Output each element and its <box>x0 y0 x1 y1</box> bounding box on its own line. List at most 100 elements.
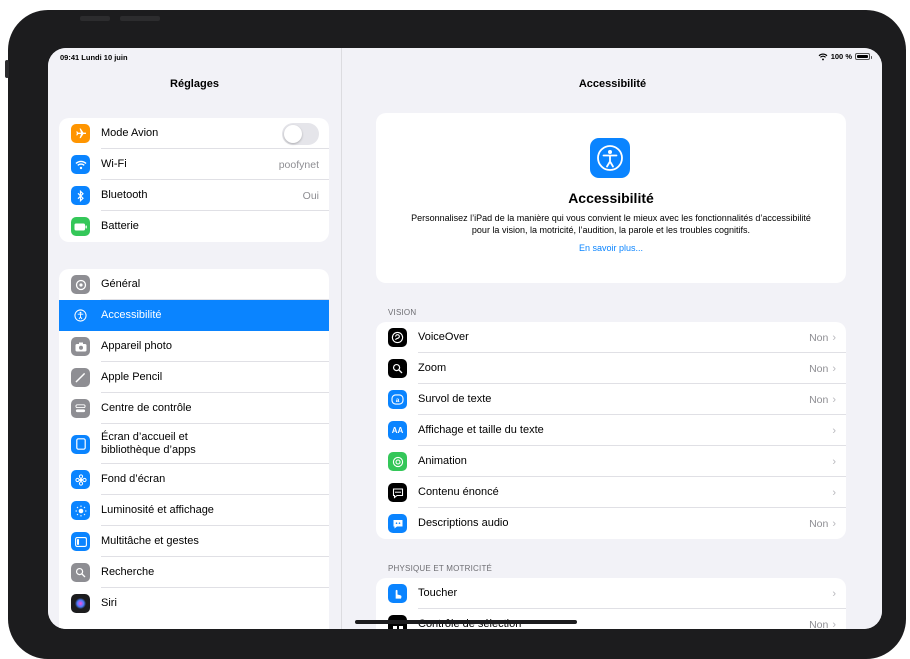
text-size-icon: AA <box>388 421 407 440</box>
vision-item-spoken-content[interactable]: Contenu énoncé › <box>376 477 846 508</box>
sidebar-item-camera[interactable]: Appareil photo <box>59 331 329 362</box>
wifi-status-icon <box>818 53 828 60</box>
chevron-right-icon: › <box>832 618 836 630</box>
sidebar-item-multitasking[interactable]: Multitâche et gestes <box>59 526 329 557</box>
sidebar-title: Réglages <box>170 78 219 90</box>
vision-item-label: Descriptions audio <box>418 517 509 529</box>
sidebar-item-label: Siri <box>101 597 117 609</box>
sidebar-item-bluetooth[interactable]: Bluetooth Oui <box>59 180 329 211</box>
toggle-knob <box>284 124 302 143</box>
detail-title: Accessibilité <box>578 78 647 90</box>
accessibility-icon <box>71 306 90 325</box>
airplane-icon <box>71 124 90 143</box>
sidebar-item-label: Recherche <box>101 566 155 578</box>
vision-item-label: VoiceOver <box>418 331 469 343</box>
sidebar-item-label: Général <box>101 278 141 290</box>
sidebar-item-brightness[interactable]: Luminosité et affichage <box>59 495 329 526</box>
sidebar-item-siri[interactable]: Siri <box>59 588 329 619</box>
audio-descriptions-icon <box>388 514 407 533</box>
vision-section-header: VISION <box>388 308 417 317</box>
physical-item-switch-control[interactable]: Contrôle de sélection Non › <box>376 609 846 629</box>
wallpaper-icon <box>71 470 90 489</box>
status-indicators: 100 % <box>818 52 872 61</box>
sidebar-item-home-screen[interactable]: Écran d’accueil et bibliothèque d’apps <box>59 424 329 464</box>
physical-section-header: PHYSIQUE ET MOTRICITÉ <box>388 564 493 573</box>
hover-text-icon: a <box>388 390 407 409</box>
sidebar-item-accessibility[interactable]: Accessibilité <box>59 300 329 331</box>
sidebar-item-apple-pencil[interactable]: Apple Pencil <box>59 362 329 393</box>
vision-item-value: Non <box>809 517 829 530</box>
physical-item-value: Non <box>809 618 829 630</box>
sidebar-item-label: Luminosité et affichage <box>101 504 214 516</box>
vision-item-text-size[interactable]: AA Affichage et taille du texte › <box>376 415 846 446</box>
bluetooth-value: Oui <box>302 189 319 202</box>
airplane-mode-toggle[interactable] <box>282 122 319 145</box>
search-icon <box>71 563 90 582</box>
side-button <box>5 60 9 78</box>
sidebar-item-label: Mode Avion <box>101 127 159 139</box>
sidebar-item-label: Centre de contrôle <box>101 402 192 414</box>
sidebar-group-connectivity: Mode Avion Wi-Fi poofynet Bluetooth Oui <box>59 118 329 242</box>
learn-more-link[interactable]: En savoir plus... <box>376 243 846 253</box>
vision-item-value: Non <box>809 393 829 406</box>
multitask-icon <box>71 532 90 551</box>
vision-item-hover-text[interactable]: a Survol de texte Non › <box>376 384 846 415</box>
chevron-right-icon: › <box>832 331 836 344</box>
battery-status-icon <box>855 53 872 60</box>
wifi-icon <box>71 155 90 174</box>
sidebar-item-label: Apple Pencil <box>101 371 163 383</box>
vision-item-audio-descriptions[interactable]: Descriptions audio Non › <box>376 508 846 539</box>
home-indicator[interactable] <box>355 620 577 624</box>
motion-icon <box>388 452 407 471</box>
battery-percentage: 100 % <box>830 52 852 61</box>
battery-level <box>857 55 868 58</box>
vision-item-label: Survol de texte <box>418 393 492 405</box>
vision-group: VoiceOver Non › Zoom Non › a Survol de t… <box>376 322 846 539</box>
vision-item-label: Zoom <box>418 362 447 374</box>
accessibility-detail: 100 % Accessibilité Accessibilité Person… <box>343 48 882 629</box>
sidebar-item-label: Multitâche et gestes <box>101 535 199 547</box>
home-screen-icon <box>71 434 90 454</box>
bluetooth-icon <box>71 186 90 205</box>
sidebar-item-control-center[interactable]: Centre de contrôle <box>59 393 329 424</box>
vision-item-label: Animation <box>418 455 467 467</box>
chevron-right-icon: › <box>832 486 836 499</box>
sidebar-group-general: Général Accessibilité Appareil photo App… <box>59 269 329 629</box>
sidebar-item-general[interactable]: Général <box>59 269 329 300</box>
battery-icon <box>71 217 90 236</box>
control-center-icon <box>71 399 90 418</box>
vision-item-motion[interactable]: Animation › <box>376 446 846 477</box>
sidebar-item-wallpaper[interactable]: Fond d’écran <box>59 464 329 495</box>
sidebar-item-wifi[interactable]: Wi-Fi poofynet <box>59 149 329 180</box>
physical-item-label: Toucher <box>418 587 458 599</box>
sidebar-item-label: Appareil photo <box>101 340 172 352</box>
sidebar-item-search[interactable]: Recherche <box>59 557 329 588</box>
brightness-icon <box>71 501 90 520</box>
status-date: Lundi 10 juin <box>81 53 128 62</box>
status-time: 09:41 Lundi 10 juin <box>60 53 128 62</box>
chevron-right-icon: › <box>832 517 836 530</box>
wifi-network-value: poofynet <box>278 158 319 171</box>
chevron-right-icon: › <box>832 362 836 375</box>
physical-item-touch[interactable]: Toucher › <box>376 578 846 609</box>
camera-icon <box>71 337 90 356</box>
touch-icon <box>388 584 407 603</box>
vision-item-value: Non <box>809 331 829 344</box>
vision-item-label: Affichage et taille du texte <box>418 424 544 436</box>
vision-item-zoom[interactable]: Zoom Non › <box>376 353 846 384</box>
sidebar-item-label: Bluetooth <box>101 189 148 201</box>
sidebar-item-label: Accessibilité <box>101 309 162 321</box>
gear-icon <box>71 275 90 294</box>
svg-text:a: a <box>396 397 400 404</box>
sidebar-item-battery[interactable]: Batterie <box>59 211 329 242</box>
chevron-right-icon: › <box>832 393 836 406</box>
volume-button <box>80 16 110 21</box>
chevron-right-icon: › <box>832 587 836 600</box>
vision-item-voiceover[interactable]: VoiceOver Non › <box>376 322 846 353</box>
sidebar-item-label: Wi-Fi <box>101 158 127 170</box>
sidebar-item-label: Écran d’accueil et bibliothèque d’apps <box>101 431 196 456</box>
screen: 09:41 Lundi 10 juin Réglages Mode Avion … <box>48 48 882 629</box>
vision-item-value: Non <box>809 362 829 375</box>
sidebar-item-airplane-mode[interactable]: Mode Avion <box>59 118 329 149</box>
pencil-icon <box>71 368 90 387</box>
